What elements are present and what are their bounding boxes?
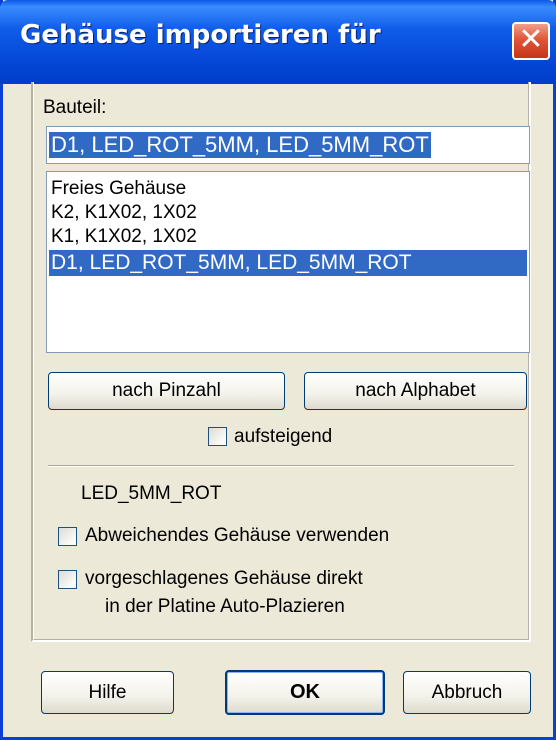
title-bar[interactable]: Gehäuse importieren für ✕ bbox=[0, 0, 556, 84]
part-listbox[interactable]: Freies Gehäuse K2, K1X02, 1X02 K1, K1X02… bbox=[46, 171, 530, 353]
ascending-checkbox[interactable] bbox=[208, 427, 227, 446]
part-input-value: D1, LED_ROT_5MM, LED_5MM_ROT bbox=[49, 132, 431, 158]
sort-by-alphabet-button[interactable]: nach Alphabet bbox=[304, 372, 527, 410]
cancel-button[interactable]: Abbruch bbox=[403, 671, 531, 714]
auto-place-label-line2: in der Platine Auto-Plazieren bbox=[105, 596, 345, 617]
separator bbox=[48, 465, 514, 467]
dialog-title: Gehäuse importieren für bbox=[20, 20, 381, 50]
different-package-checkbox[interactable] bbox=[58, 527, 77, 546]
list-item[interactable]: K1, K1X02, 1X02 bbox=[49, 224, 527, 250]
auto-place-label-line1: vorgeschlagenes Gehäuse direkt bbox=[85, 568, 363, 589]
help-button[interactable]: Hilfe bbox=[41, 671, 174, 714]
list-item[interactable]: K2, K1X02, 1X02 bbox=[49, 200, 527, 226]
ascending-label: aufsteigend bbox=[234, 426, 333, 447]
close-button[interactable]: ✕ bbox=[512, 22, 550, 60]
list-item-selected[interactable]: D1, LED_ROT_5MM, LED_5MM_ROT bbox=[49, 250, 527, 276]
options-group bbox=[31, 82, 531, 642]
list-item[interactable]: Freies Gehäuse bbox=[49, 176, 527, 202]
dialog-window: Gehäuse importieren für ✕ Bauteil: D1, L… bbox=[0, 0, 556, 740]
part-label: Bauteil: bbox=[43, 97, 107, 118]
package-name: LED_5MM_ROT bbox=[81, 483, 222, 504]
auto-place-checkbox[interactable] bbox=[58, 570, 77, 589]
different-package-label: Abweichendes Gehäuse verwenden bbox=[85, 525, 390, 546]
sort-by-pins-button[interactable]: nach Pinzahl bbox=[48, 372, 285, 410]
part-input[interactable]: D1, LED_ROT_5MM, LED_5MM_ROT bbox=[46, 126, 530, 164]
ok-button[interactable]: OK bbox=[225, 670, 385, 715]
close-icon: ✕ bbox=[518, 22, 544, 57]
